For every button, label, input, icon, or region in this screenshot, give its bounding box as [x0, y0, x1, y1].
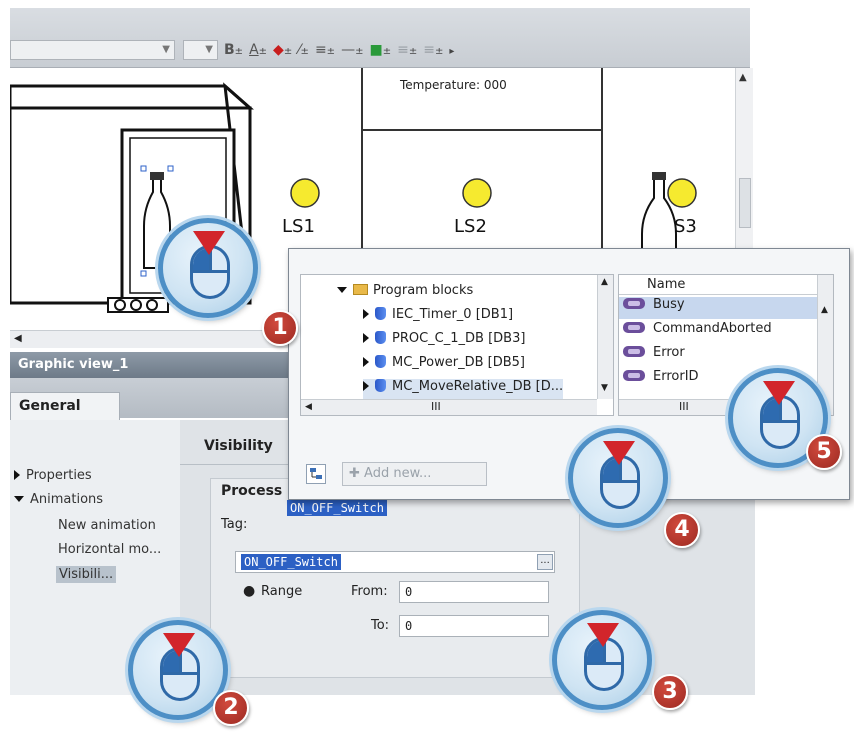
tree-item[interactable]: PROC_C_1_DB [DB3]	[363, 331, 525, 351]
lamp-label-ls2: LS2	[454, 216, 487, 237]
tree-root-program-blocks[interactable]: Program blocks	[337, 283, 473, 303]
font-color-button[interactable]: A±	[249, 42, 267, 58]
scroll-left-icon[interactable]: ◀	[14, 333, 22, 344]
step-number-badge: 2	[213, 690, 249, 726]
line-style-button[interactable]: —±	[341, 42, 363, 58]
tag-icon	[623, 346, 645, 357]
to-input[interactable]: 0	[399, 615, 549, 637]
process-group: Process Tag: ON_OFF_Switch ON_OFF_Switch…	[210, 478, 580, 678]
scroll-up-icon[interactable]: ▲	[739, 72, 747, 83]
tag-label: Tag:	[221, 517, 248, 532]
browse-button[interactable]: ...	[537, 554, 553, 570]
data-block-icon	[375, 379, 386, 392]
callout-mouse-click-icon	[568, 428, 668, 528]
scroll-thumb[interactable]	[739, 178, 751, 228]
bold-button[interactable]: B±	[224, 42, 243, 58]
project-tree[interactable]: Program blocks IEC_Timer_0 [DB1] PROC_C_…	[300, 274, 614, 416]
lamp-ls1[interactable]	[290, 178, 320, 208]
data-block-icon	[375, 331, 386, 344]
scroll-down-icon[interactable]: ▼	[601, 383, 608, 393]
lamp-label-ls1: LS1	[282, 216, 315, 237]
scroll-left-icon[interactable]: ◀	[305, 402, 312, 412]
list-item[interactable]: Error	[619, 345, 819, 367]
tab-general[interactable]: General	[10, 392, 120, 420]
step-number-badge: 5	[806, 434, 842, 470]
font-family-combo[interactable]: ▼	[10, 40, 175, 60]
lamp-ls2[interactable]	[462, 178, 492, 208]
tree-item[interactable]: IEC_Timer_0 [DB1]	[363, 307, 513, 327]
fill-color-button[interactable]: ◆±	[273, 42, 292, 58]
list-item-busy[interactable]: Busy	[619, 297, 819, 319]
callout-mouse-click-icon	[552, 610, 652, 710]
chevron-down-icon: ▼	[162, 44, 170, 55]
collapse-icon	[14, 496, 24, 502]
scroll-grip: III	[431, 400, 441, 413]
expand-icon	[363, 357, 369, 367]
tree-item[interactable]: MC_MoveRelative_DB [D...	[363, 379, 564, 399]
tree-view-icon[interactable]	[306, 464, 326, 484]
fill-pattern-button[interactable]: ■±	[369, 42, 391, 58]
lamp-label-ls3: S3	[674, 216, 697, 237]
expand-icon	[363, 381, 369, 391]
nav-horizontal-movement[interactable]: Horizontal mo...	[58, 542, 161, 557]
chevron-down-icon: ▼	[205, 44, 213, 55]
tag-icon	[623, 370, 645, 381]
line-color-button[interactable]: ⁄±	[298, 42, 309, 58]
range-radio[interactable]: ●	[243, 583, 255, 599]
to-label: To:	[371, 618, 390, 633]
nav-visibility[interactable]: Visibili...	[56, 566, 117, 583]
section-process-title: Process	[221, 483, 283, 499]
list-item[interactable]: CommandAborted	[619, 321, 819, 343]
nav-new-animation[interactable]: New animation	[58, 518, 156, 533]
range-label: Range	[261, 584, 303, 599]
nav-animations[interactable]: Animations	[14, 492, 103, 507]
collapse-icon	[337, 287, 347, 293]
add-icon: ✚	[349, 466, 365, 481]
tag-highlight: ON_OFF_Switch	[287, 500, 387, 516]
tag-icon	[623, 298, 645, 309]
scroll-grip: III	[679, 400, 689, 413]
temperature-label: Temperature: 000	[400, 78, 507, 92]
step-number-badge: 1	[262, 310, 298, 346]
lamp-ls3[interactable]	[667, 178, 697, 208]
tag-field[interactable]: ON_OFF_Switch	[235, 551, 555, 573]
format-toolbar-row: ▼ ▼ B± A± ◆± ⁄± ≡± —± ■± ≡± ≡± ▸	[10, 36, 750, 64]
add-new-button[interactable]: ✚ Add new...	[342, 462, 487, 486]
tree-horizontal-scrollbar[interactable]: ◀ III	[301, 399, 597, 415]
list-header-name[interactable]: Name	[619, 275, 819, 295]
from-input[interactable]: 0	[399, 581, 549, 603]
expand-icon	[14, 470, 20, 480]
scroll-up-icon[interactable]: ▲	[601, 277, 608, 287]
from-label: From:	[351, 584, 388, 599]
folder-icon	[353, 284, 368, 295]
align-button[interactable]: ≡±	[315, 42, 335, 58]
tree-item[interactable]: MC_Power_DB [DB5]	[363, 355, 525, 375]
expand-icon	[363, 309, 369, 319]
section-visibility-title: Visibility	[204, 438, 273, 454]
expand-icon	[363, 333, 369, 343]
data-block-icon	[375, 355, 386, 368]
toolbar-more-icon[interactable]: ▸	[449, 42, 454, 58]
scroll-up-icon[interactable]: ▲	[821, 305, 828, 315]
nav-properties[interactable]: Properties	[14, 468, 92, 483]
callout-mouse-click-icon	[158, 218, 258, 318]
tree-vertical-scrollbar[interactable]: ▲ ▼	[597, 275, 613, 399]
arrange-button[interactable]: ≡±	[423, 42, 443, 58]
step-number-badge: 3	[652, 674, 688, 710]
data-block-icon	[375, 307, 386, 320]
panel-title: Graphic view_1	[10, 352, 310, 378]
step-number-badge: 4	[664, 512, 700, 548]
rotate-button[interactable]: ≡±	[397, 42, 417, 58]
tag-icon	[623, 322, 645, 333]
font-size-combo[interactable]: ▼	[183, 40, 218, 60]
